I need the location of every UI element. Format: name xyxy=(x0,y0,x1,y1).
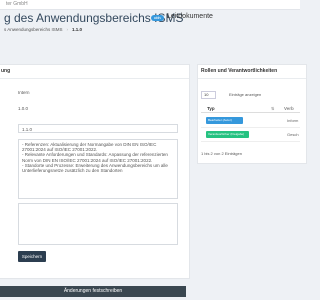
table-cell: Inform xyxy=(287,118,299,123)
breadcrumb-item-document[interactable]: s Anwendungsbereichs ISMS xyxy=(4,27,63,32)
breadcrumb: s Anwendungsbereichs ISMS › 1.1.0 xyxy=(4,27,82,32)
entries-select[interactable]: 10 xyxy=(201,91,216,99)
top-bar: ter GmbH xyxy=(0,0,300,10)
sort-icon[interactable]: ⇅ xyxy=(271,106,274,111)
role-badge-approver: Verantwortlicher (Freigabe) xyxy=(206,131,249,138)
roles-panel-heading: Rollen und Verantwortlichkeiten xyxy=(198,65,306,79)
current-version-value: 1.0.0 xyxy=(18,106,29,111)
comment-textarea[interactable] xyxy=(18,203,178,245)
column-header-responsible[interactable]: Verb xyxy=(284,106,294,111)
page-subtitle: Leitdokumente xyxy=(167,13,213,20)
organization-name: ter GmbH xyxy=(6,1,28,7)
table-cell: Gesch xyxy=(287,132,299,137)
table-row: Bearbeiter (Autor) Inform xyxy=(201,114,300,128)
commit-changes-button[interactable]: Änderungen festschreiben xyxy=(0,286,186,297)
save-button[interactable]: Speichern xyxy=(18,251,46,262)
table-row: Verantwortlicher (Freigabe) Gesch xyxy=(201,128,300,142)
table-info: 1 bis 2 von 2 Einträgen xyxy=(201,151,242,156)
change-notes-textarea[interactable]: - Referenzen: Aktualisierung der Normang… xyxy=(18,139,178,199)
new-version-input[interactable]: 1.1.0 xyxy=(18,124,178,133)
entries-select-value: 10 xyxy=(204,92,209,97)
panel-heading: ung xyxy=(0,65,189,79)
status-badge: aktiv xyxy=(151,15,164,21)
role-badge-editor: Bearbeiter (Autor) xyxy=(206,117,243,124)
roles-table-header: Typ ⇅ Verb xyxy=(201,104,300,113)
breadcrumb-current-version: 1.1.0 xyxy=(72,27,83,32)
classification-value: Intern xyxy=(18,90,30,95)
breadcrumb-separator: › xyxy=(66,27,69,32)
entries-label: Einträge anzeigen xyxy=(229,92,262,97)
column-header-type[interactable]: Typ xyxy=(207,106,215,111)
